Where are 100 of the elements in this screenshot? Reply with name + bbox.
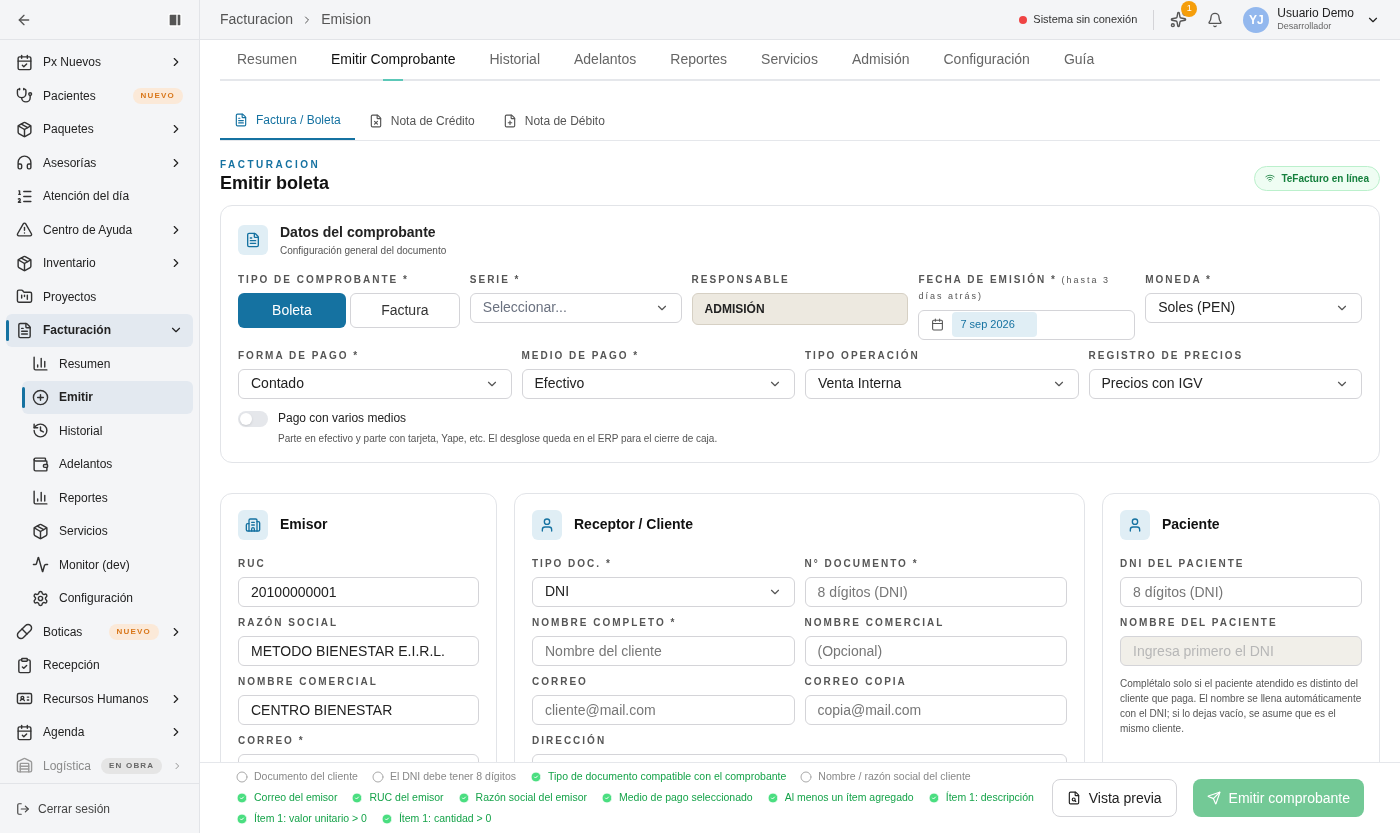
sidebar-label: Emitir (59, 389, 93, 407)
bar-chart-icon (32, 355, 49, 373)
logout-button[interactable]: Cerrar sesión (16, 799, 111, 818)
validation-item: Medio de pago seleccionado (619, 790, 753, 806)
calendar-check-icon (16, 53, 33, 71)
sidebar-item[interactable]: Boticas NUEVO (6, 615, 193, 648)
field-label: SERIE * (469, 272, 522, 287)
send-icon (1206, 791, 1221, 805)
validation-item: Razón social del emisor (475, 790, 588, 806)
sparkle-icon[interactable] (1170, 11, 1188, 28)
sidebar-label: Configuración (59, 590, 134, 608)
voucher-type-option[interactable]: Boleta (238, 292, 346, 328)
validation-item: Nombre / razón social del cliente (818, 769, 971, 785)
toggle-label: Pago con varios medios (278, 409, 408, 427)
panel-toggle-icon[interactable] (167, 11, 183, 28)
sidebar-subitem[interactable]: Configuración (22, 582, 193, 615)
select-field[interactable]: Contado (238, 368, 512, 399)
subtab[interactable]: Nota de Débito (488, 101, 619, 140)
sidebar-label: Atención del día (43, 188, 131, 206)
sidebar-label: Agenda (43, 724, 86, 742)
text-field[interactable]: 8 dígitos (DNI) (1120, 576, 1362, 607)
tab[interactable]: Admisión (834, 40, 927, 79)
text-field[interactable]: cliente@mail.com (532, 694, 795, 725)
page-title: Emitir boleta (220, 172, 330, 195)
sidebar-subitem[interactable]: Emitir (22, 381, 193, 414)
calendar-icon (931, 318, 945, 331)
field-label: DIRECCIÓN (532, 733, 608, 748)
field-label: CORREO (532, 674, 589, 689)
toggle-switch[interactable] (238, 410, 268, 427)
card-title: Emisor (280, 515, 328, 534)
sidebar-label: Px Nuevos (43, 54, 103, 72)
sidebar-item[interactable]: Recursos Humanos (6, 682, 193, 715)
tab[interactable]: Adelantos (557, 40, 654, 79)
sidebar-item[interactable]: Asesorías (6, 146, 193, 179)
select-field[interactable]: Venta Interna (805, 368, 1079, 399)
field-label: REGISTRO DE PRECIOS (1088, 348, 1245, 363)
select-field[interactable]: Soles (PEN) (1145, 292, 1362, 323)
sidebar-item[interactable]: Facturación (6, 314, 193, 347)
sidebar-item[interactable]: Centro de Ayuda (6, 213, 193, 246)
select-field[interactable]: Efectivo (521, 368, 795, 399)
sidebar-item[interactable]: Agenda (6, 716, 193, 749)
sidebar-item[interactable]: Atención del día (6, 180, 193, 213)
text-field[interactable]: 8 dígitos (DNI) (804, 576, 1067, 607)
tab[interactable]: Configuración (926, 40, 1047, 79)
sidebar-item[interactable]: Inventario (6, 247, 193, 280)
field-label: NOMBRE DEL PACIENTE (1120, 615, 1279, 630)
sidebar-item[interactable]: Proyectos (6, 280, 193, 313)
sidebar-item[interactable]: Recepción (6, 649, 193, 682)
card-subtitle: Configuración general del documento (280, 243, 447, 258)
card-title: Paciente (1162, 515, 1220, 534)
tab[interactable]: Reportes (653, 40, 745, 79)
document-search-icon (1066, 791, 1081, 805)
select-field[interactable]: DNI (532, 576, 795, 607)
validation-item: Ítem 1: descripción (945, 790, 1034, 806)
text-field[interactable]: copia@mail.com (804, 694, 1067, 725)
card-title: Datos del comprobante (280, 222, 437, 242)
sidebar-subitem[interactable]: Reportes (22, 481, 193, 514)
sidebar-subitem[interactable]: Resumen (22, 347, 193, 380)
text-field[interactable]: 20100000001 (238, 576, 479, 607)
sidebar-subitem[interactable]: Monitor (dev) (22, 548, 193, 581)
breadcrumb[interactable]: Emision (321, 9, 371, 30)
voucher-type-option[interactable]: Factura (349, 292, 460, 328)
sidebar-subitem[interactable]: Historial (22, 414, 193, 447)
date-field[interactable]: 7 sep 2026 (918, 309, 1136, 340)
logout-icon (16, 801, 30, 816)
text-field[interactable]: METODO BIENESTAR E.I.R.L. (238, 635, 479, 666)
field-label: MONEDA * (1145, 272, 1213, 287)
field-label: RESPONSABLE (691, 272, 791, 287)
box-icon (16, 120, 33, 138)
tab[interactable]: Servicios (744, 40, 835, 79)
field-label: CORREO * (238, 733, 306, 748)
select-field[interactable]: Seleccionar... (469, 292, 682, 323)
sidebar-item[interactable]: Px Nuevos (6, 46, 193, 79)
sidebar-subitem[interactable]: Servicios (22, 515, 193, 548)
sidebar-item[interactable]: Paquetes (6, 113, 193, 146)
tab[interactable]: Guía (1046, 40, 1112, 79)
clipboard-check-icon (16, 656, 33, 674)
validation-item: Ítem 1: valor unitario > 0 (254, 810, 367, 826)
plus-circle-icon (32, 388, 49, 406)
tab[interactable]: Resumen (220, 40, 314, 79)
sidebar-label: Facturación (43, 322, 112, 340)
bell-icon[interactable] (1207, 11, 1224, 28)
sidebar-subitem[interactable]: Adelantos (22, 448, 193, 481)
document-x-icon (368, 113, 383, 128)
field-label: RUC (238, 556, 267, 571)
sidebar-label: Boticas (43, 623, 84, 641)
subtab[interactable]: Factura / Boleta (220, 101, 355, 140)
bar-chart-icon (32, 489, 49, 507)
validation-item: Tipo de documento compatible con el comprobante (548, 769, 787, 785)
breadcrumb[interactable]: Facturacion (220, 9, 294, 30)
subtab[interactable]: Nota de Crédito (354, 101, 489, 140)
text-field[interactable]: (Opcional) (804, 635, 1067, 666)
validation-item: Documento del cliente (254, 769, 358, 785)
text-field[interactable]: CENTRO BIENESTAR (238, 694, 479, 725)
select-field[interactable]: Precios con IGV (1088, 368, 1362, 399)
tab[interactable]: Emitir Comprobante (313, 40, 473, 79)
sidebar-item[interactable]: Pacientes NUEVO (6, 79, 193, 112)
text-field[interactable]: Nombre del cliente (532, 635, 795, 666)
tab[interactable]: Historial (472, 40, 557, 79)
preview-button[interactable]: Vista previa (1051, 779, 1177, 817)
